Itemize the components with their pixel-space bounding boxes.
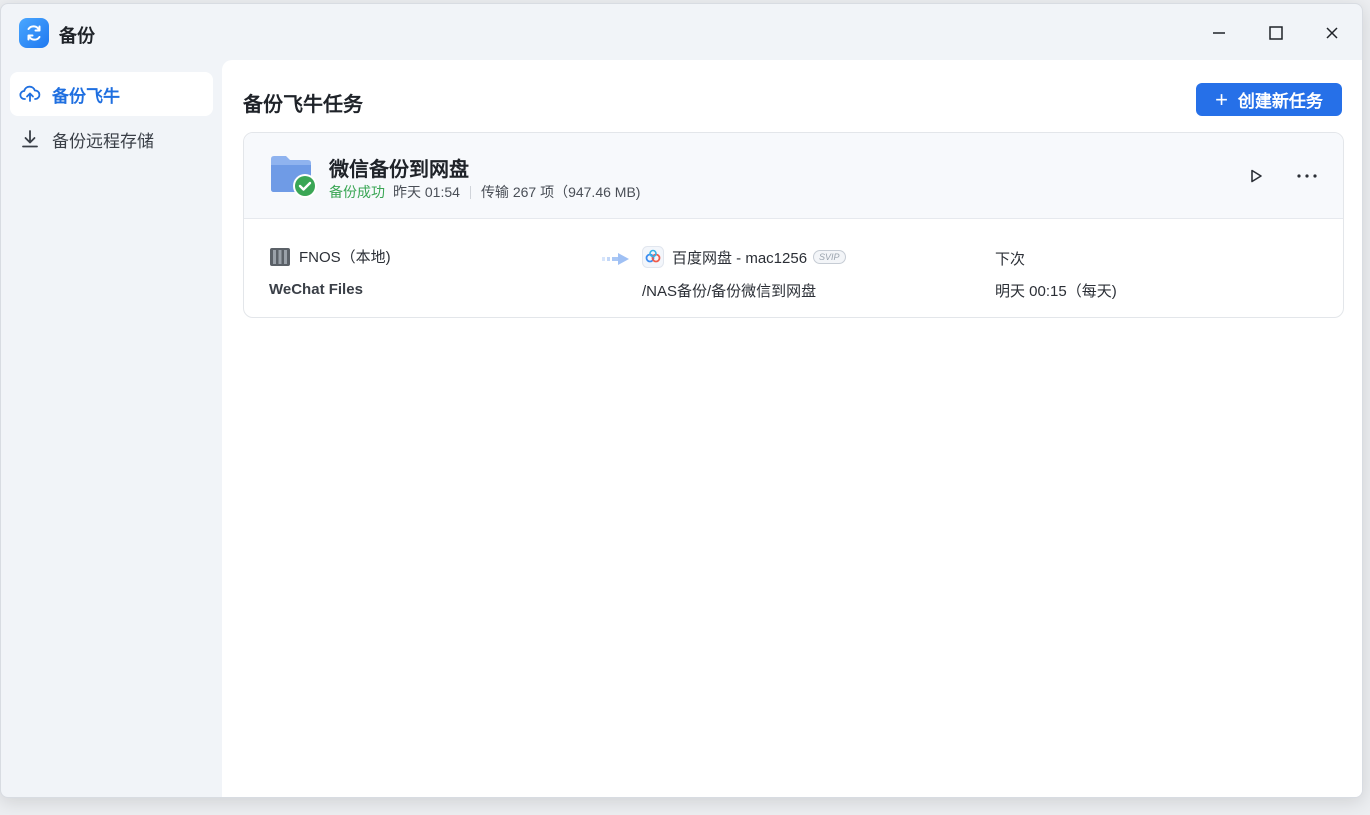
main-panel: 备份飞牛任务 + 创建新任务 微信备份到网盘 备份成功 昨天 01:54 传输 … [222, 60, 1362, 797]
cloud-upload-icon [19, 83, 41, 105]
next-run-time: 明天 00:15（每天) [995, 283, 1117, 300]
maximize-button[interactable] [1261, 18, 1291, 48]
svip-badge: SVIP [813, 250, 846, 264]
close-icon [1326, 27, 1338, 39]
server-icon [270, 247, 290, 266]
sidebar-item-label: 备份远程存储 [52, 131, 154, 151]
page-title: 备份飞牛任务 [243, 94, 363, 116]
minimize-button[interactable] [1204, 18, 1234, 48]
more-options-button[interactable] [1293, 165, 1321, 187]
app-title: 备份 [59, 26, 95, 46]
transfer-summary: 传输 267 项（947.46 MB) [480, 184, 641, 200]
sidebar-item-backup-fnos[interactable]: 备份飞牛 [10, 72, 213, 116]
maximize-icon [1269, 26, 1283, 40]
title-bar: 备份 [1, 4, 1362, 60]
backup-app-icon [19, 18, 49, 48]
destination-name-label: 百度网盘 - mac1256 [672, 249, 808, 267]
plus-icon: + [1215, 86, 1228, 112]
task-meta: 备份成功 昨天 01:54 传输 267 项（947.46 MB) [329, 182, 640, 202]
baidu-netdisk-icon [642, 246, 664, 268]
folder-success-icon [269, 153, 319, 199]
source-path: WeChat Files [269, 281, 363, 298]
download-icon [19, 128, 41, 150]
create-task-button[interactable]: + 创建新任务 [1196, 83, 1342, 116]
sidebar-item-backup-remote[interactable]: 备份远程存储 [10, 117, 213, 161]
next-run-label: 下次 [995, 251, 1026, 268]
close-button[interactable] [1317, 18, 1347, 48]
task-name: 微信备份到网盘 [329, 159, 469, 181]
minimize-icon [1213, 32, 1225, 34]
sidebar-item-label: 备份飞牛 [52, 86, 120, 106]
play-icon [1251, 169, 1262, 183]
destination-name: 百度网盘 - mac1256 SVIP [642, 246, 846, 268]
destination-path: /NAS备份/备份微信到网盘 [642, 283, 817, 300]
last-run-time: 昨天 01:54 [393, 184, 460, 200]
task-card-body: FNOS（本地) WeChat Files 百度网盘 - mac1256 SVI… [244, 219, 1343, 317]
status-badge: 备份成功 [329, 184, 385, 200]
create-task-label: 创建新任务 [1237, 92, 1323, 111]
source-name-label: FNOS（本地) [299, 249, 391, 266]
run-task-button[interactable] [1245, 165, 1267, 187]
app-window: 备份 备份飞牛 备份远程存储 备份飞牛任务 + 创建新任务 微信备份到网盘 备份… [0, 3, 1363, 798]
task-card[interactable]: 微信备份到网盘 备份成功 昨天 01:54 传输 267 项（947.46 MB… [243, 132, 1344, 318]
task-card-header: 微信备份到网盘 备份成功 昨天 01:54 传输 267 项（947.46 MB… [244, 133, 1343, 219]
more-icon [1297, 174, 1317, 178]
meta-divider [469, 185, 471, 199]
sidebar: 备份飞牛 备份远程存储 [1, 60, 222, 797]
source-name: FNOS（本地) [269, 246, 391, 267]
arrow-right-icon [602, 251, 632, 267]
